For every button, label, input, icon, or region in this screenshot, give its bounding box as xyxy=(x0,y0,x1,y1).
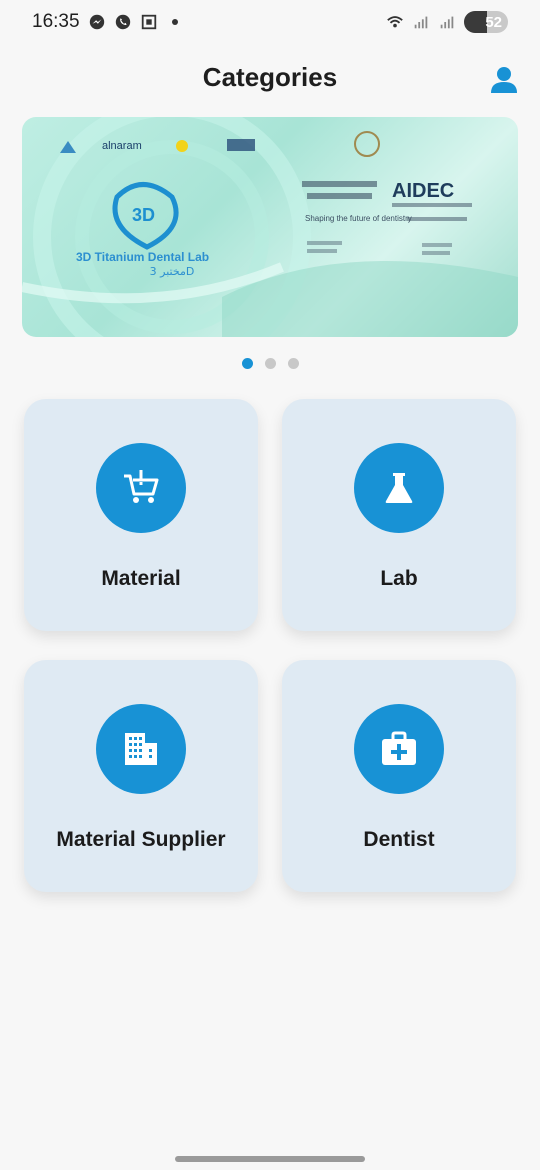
flask-icon xyxy=(385,473,413,503)
category-label: Lab xyxy=(380,567,418,590)
banner-aidec: AIDEC xyxy=(392,180,454,202)
category-card-lab[interactable]: Lab xyxy=(282,399,516,631)
category-label: Material xyxy=(101,567,181,590)
signal-icon-2 xyxy=(440,16,454,29)
category-icon-circle xyxy=(354,704,444,794)
profile-icon[interactable] xyxy=(488,64,520,96)
status-left: 16:35 xyxy=(32,11,178,33)
battery-percent: 52 xyxy=(485,13,502,31)
wifi-icon xyxy=(387,16,403,28)
category-card-material-supplier[interactable]: Material Supplier xyxy=(24,660,258,892)
status-bar: 16:35 52 xyxy=(0,0,540,44)
category-card-dentist[interactable]: Dentist xyxy=(282,660,516,892)
page-title: Categories xyxy=(202,62,338,92)
carousel-dot[interactable] xyxy=(241,358,253,369)
cart-icon xyxy=(124,470,159,503)
category-card-material[interactable]: Material xyxy=(24,399,258,631)
carousel-dot[interactable] xyxy=(287,358,299,369)
app-bar: Categories xyxy=(0,52,540,108)
status-right: 52 xyxy=(386,11,508,33)
category-label: Dentist xyxy=(363,828,435,851)
medical-kit-icon xyxy=(382,731,416,765)
sponsor-logo-5 xyxy=(354,131,380,157)
category-icon-circle xyxy=(96,704,186,794)
sponsor-alnaram: alnaram xyxy=(102,140,142,152)
category-icon-circle xyxy=(354,443,444,533)
carousel-dot[interactable] xyxy=(264,358,276,369)
banner-product-arabic: مختبر 3D xyxy=(150,265,195,278)
banner-tagline: Shaping the future of dentistry xyxy=(305,214,412,223)
messenger-icon xyxy=(89,14,104,30)
clock: 16:35 xyxy=(32,11,80,32)
3d-logo-text: 3D xyxy=(132,205,155,225)
banner-product: 3D Titanium Dental Lab xyxy=(76,250,209,264)
promo-banner[interactable]: alnaram 3D 3D Titanium Dental Lab مختبر … xyxy=(22,117,518,337)
signal-icon xyxy=(414,16,428,29)
viber-icon xyxy=(115,14,130,30)
category-label: Material Supplier xyxy=(56,828,226,851)
carousel-indicator xyxy=(0,358,540,369)
building-icon xyxy=(125,733,157,765)
banner-artwork: alnaram 3D 3D Titanium Dental Lab مختبر … xyxy=(22,117,518,337)
sponsor-logo-3 xyxy=(176,140,188,152)
sponsor-logo-4 xyxy=(227,139,255,151)
notification-dot xyxy=(171,19,178,25)
battery-indicator: 52 xyxy=(464,11,508,33)
screenshot-icon xyxy=(141,14,156,30)
category-icon-circle xyxy=(96,443,186,533)
home-indicator[interactable] xyxy=(175,1156,365,1162)
